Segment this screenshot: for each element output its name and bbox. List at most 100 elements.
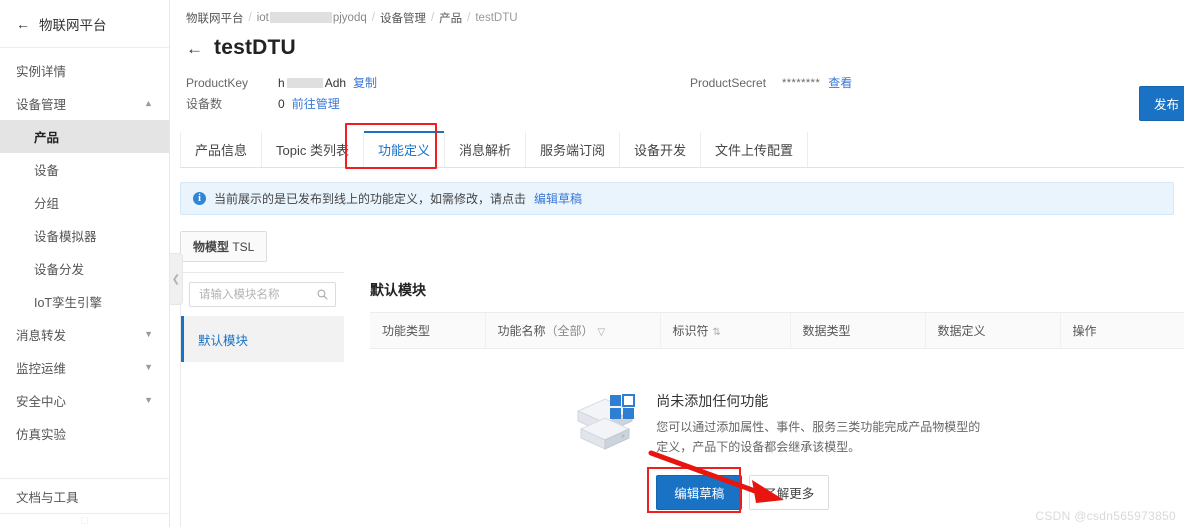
product-secret-row: ProductSecret ******** 查看 bbox=[690, 72, 852, 93]
sidebar-partial-item[interactable]: □ bbox=[0, 513, 169, 527]
view-product-secret-link[interactable]: 查看 bbox=[828, 74, 852, 91]
tab-server-subscription[interactable]: 服务端订阅 bbox=[526, 132, 621, 167]
sidebar-item-monitoring[interactable]: 监控运维 ▼ bbox=[0, 351, 169, 384]
breadcrumb-separator: / bbox=[467, 12, 471, 24]
column-actions[interactable]: 操作 bbox=[1060, 312, 1184, 349]
chevron-up-icon: ▼ bbox=[144, 99, 153, 109]
back-arrow-icon[interactable]: ← bbox=[186, 40, 203, 57]
breadcrumb-separator: / bbox=[430, 12, 435, 24]
column-function-type[interactable]: 功能类型 bbox=[370, 312, 486, 349]
filter-icon[interactable]: ▽ bbox=[598, 327, 606, 338]
search-icon bbox=[317, 289, 328, 300]
sidebar-item-label: 实例详情 bbox=[16, 65, 67, 79]
module-item-label: 默认模块 bbox=[198, 333, 249, 348]
sort-icon[interactable]: ⇅ bbox=[713, 327, 721, 338]
redaction-mask bbox=[269, 12, 332, 24]
breadcrumb-subsection[interactable]: 产品 bbox=[439, 10, 462, 26]
column-data-definition[interactable]: 数据定义 bbox=[925, 312, 1061, 349]
chevron-down-icon: ▼ bbox=[144, 329, 153, 339]
sidebar-item-docs-tools[interactable]: 文档与工具 bbox=[0, 479, 169, 513]
info-icon: i bbox=[193, 192, 206, 205]
product-key-prefix: h bbox=[278, 75, 285, 90]
sidebar-item-label: 分组 bbox=[34, 197, 60, 211]
sidebar-header[interactable]: ← 物联网平台 bbox=[0, 0, 169, 48]
column-data-type[interactable]: 数据类型 bbox=[790, 312, 926, 349]
tab-file-upload-config[interactable]: 文件上传配置 bbox=[701, 132, 809, 167]
breadcrumb-instance-prefix: iot bbox=[256, 12, 269, 24]
copy-product-key-link[interactable]: 复制 bbox=[353, 74, 377, 91]
module-search-box[interactable] bbox=[189, 282, 336, 307]
sidebar-item-label: 设备 bbox=[34, 164, 60, 178]
sidebar-title: 物联网平台 bbox=[39, 17, 107, 33]
product-key-row: ProductKey h Adh 复制 bbox=[186, 72, 1168, 93]
column-function-name[interactable]: 功能名称（全部） ▽ bbox=[485, 312, 661, 349]
sidebar-item-label: 产品 bbox=[34, 131, 60, 145]
sidebar-item-security-center[interactable]: 安全中心 ▼ bbox=[0, 384, 169, 417]
sidebar-item-simulation-lab[interactable]: 仿真实验 bbox=[0, 417, 169, 450]
breadcrumb-instance[interactable]: iot pjyodq bbox=[257, 12, 367, 24]
breadcrumb-root[interactable]: 物联网平台 bbox=[186, 10, 244, 26]
sidebar-item-message-forwarding[interactable]: 消息转发 ▼ bbox=[0, 318, 169, 351]
empty-state-inner: 尚未添加任何功能 您可以通过添加属性、事件、服务三类功能完成产品物模型的定义，产… bbox=[574, 389, 986, 513]
function-table: 功能类型 功能名称（全部） ▽ 标识符 ⇅ 数据类型 数据定义 操作 bbox=[370, 312, 1184, 349]
empty-state-title: 尚未添加任何功能 bbox=[656, 393, 769, 409]
tab-function-definition[interactable]: 功能定义 bbox=[363, 131, 445, 167]
go-to-management-link[interactable]: 前往管理 bbox=[292, 95, 340, 112]
panel-collapse-handle[interactable]: ❮ bbox=[170, 253, 183, 305]
column-label: 数据定义 bbox=[937, 324, 986, 338]
column-label: 功能类型 bbox=[382, 324, 431, 338]
sidebar-item-device-simulator[interactable]: 设备模拟器 bbox=[0, 219, 169, 252]
sidebar-footer: 文档与工具 □ bbox=[0, 473, 169, 527]
watermark: CSDN @csdn565973850 bbox=[1035, 509, 1176, 523]
chevron-down-icon: ▼ bbox=[144, 362, 153, 372]
module-list-item-default[interactable]: 默认模块 bbox=[181, 316, 344, 362]
edit-draft-button[interactable]: 编辑草稿 bbox=[656, 474, 743, 510]
tab-bar: 产品信息 Topic 类列表 功能定义 消息解析 服务端订阅 设备开发 文件上传… bbox=[180, 123, 1184, 169]
page-title: testDTU bbox=[214, 36, 296, 59]
sidebar-item-iot-twin-engine[interactable]: IoT孪生引擎 bbox=[0, 285, 169, 318]
sidebar-item-devices[interactable]: 设备 bbox=[0, 153, 169, 186]
info-banner-text: 当前展示的是已发布到线上的功能定义，如需修改，请点击 bbox=[214, 192, 527, 206]
publish-button[interactable]: 发布 bbox=[1138, 86, 1184, 121]
tab-message-parsing[interactable]: 消息解析 bbox=[445, 132, 527, 167]
tsl-model-button[interactable]: 物模型 TSL bbox=[180, 231, 268, 262]
column-label: 数据类型 bbox=[802, 324, 851, 338]
column-label: 操作 bbox=[1072, 324, 1097, 338]
device-count-value-wrap: 0 前往管理 bbox=[278, 95, 340, 112]
arrow-left-icon[interactable]: ← bbox=[16, 17, 30, 31]
tab-product-info[interactable]: 产品信息 bbox=[180, 132, 263, 167]
sidebar-item-instance-detail[interactable]: 实例详情 bbox=[0, 54, 169, 87]
sidebar-item-label: 设备管理 bbox=[16, 98, 67, 112]
sidebar-item-device-management[interactable]: 设备管理 ▼ bbox=[0, 87, 169, 120]
info-banner: i 当前展示的是已发布到线上的功能定义，如需修改，请点击 编辑草稿 bbox=[180, 182, 1174, 215]
sidebar-item-label: 仿真实验 bbox=[16, 428, 67, 442]
tsl-button-label-bold: 物模型 bbox=[193, 240, 230, 254]
learn-more-button[interactable]: 了解更多 bbox=[749, 474, 830, 510]
product-key-label: ProductKey bbox=[186, 75, 249, 90]
tsl-button-label-rest: TSL bbox=[229, 240, 255, 254]
column-sublabel: （全部） bbox=[545, 324, 594, 338]
sidebar-item-label: 安全中心 bbox=[16, 395, 67, 409]
breadcrumb-separator: / bbox=[371, 12, 375, 24]
tab-device-development[interactable]: 设备开发 bbox=[620, 132, 702, 167]
column-label: 标识符 bbox=[672, 324, 709, 338]
empty-box-icon bbox=[577, 394, 636, 450]
tab-topic-list[interactable]: Topic 类列表 bbox=[262, 132, 364, 167]
empty-state-text: 尚未添加任何功能 您可以通过添加属性、事件、服务三类功能完成产品物模型的定义，产… bbox=[647, 389, 986, 513]
search-input[interactable] bbox=[197, 287, 317, 302]
chevron-left-icon: ❮ bbox=[171, 273, 181, 285]
breadcrumb-section[interactable]: 设备管理 bbox=[380, 10, 426, 26]
empty-state: 尚未添加任何功能 您可以通过添加属性、事件、服务三类功能完成产品物模型的定义，产… bbox=[370, 349, 1184, 513]
sidebar-item-device-distribution[interactable]: 设备分发 bbox=[0, 252, 169, 285]
column-identifier[interactable]: 标识符 ⇅ bbox=[660, 312, 791, 349]
sidebar-item-products[interactable]: 产品 bbox=[0, 120, 169, 153]
sidebar-item-label: 设备模拟器 bbox=[34, 230, 97, 244]
content-split: 默认模块 默认模块 功能类型 功能名称（全部）▽ 标识符⇅ 数 bbox=[180, 272, 1184, 527]
product-key-suffix: Adh bbox=[324, 75, 347, 90]
module-title: 默认模块 bbox=[370, 282, 426, 298]
edit-draft-link[interactable]: 编辑草稿 bbox=[534, 190, 582, 207]
module-search bbox=[181, 273, 344, 316]
sidebar-item-groups[interactable]: 分组 bbox=[0, 186, 169, 219]
empty-state-actions: 编辑草稿 了解更多 bbox=[647, 466, 986, 513]
device-count-row: 设备数 0 前往管理 bbox=[186, 93, 1168, 114]
